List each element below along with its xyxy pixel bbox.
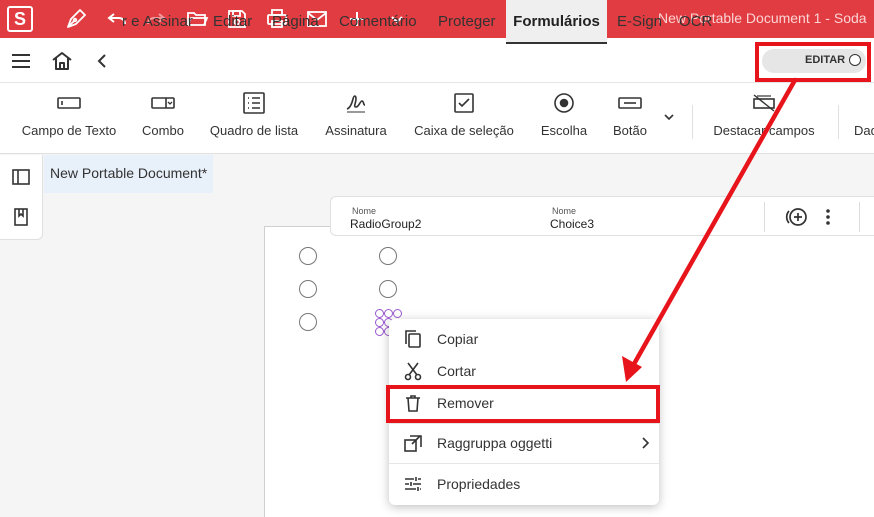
propbar-divider [859, 202, 860, 232]
combo-button[interactable]: Combo [136, 83, 190, 153]
menu-item-cut[interactable]: Cortar [389, 356, 659, 386]
checkbox-button[interactable]: Caixa de seleção [410, 83, 518, 153]
radio-button[interactable] [379, 280, 397, 298]
text-field-label: Campo de Texto [21, 123, 117, 138]
choice-button[interactable]: Escolha [534, 83, 594, 153]
tab-assinar[interactable]: r e Assinar [122, 0, 193, 44]
ribbon-more-chevron-icon[interactable] [662, 110, 676, 124]
tab-pagina[interactable]: Página [272, 0, 319, 44]
document-tab[interactable]: New Portable Document* [44, 155, 213, 193]
ribbon-divider [838, 105, 839, 139]
chevron-left-icon[interactable] [94, 52, 110, 70]
bookmark-icon[interactable] [12, 207, 30, 227]
property-caption: Nome [352, 206, 377, 216]
choice-label: Escolha [540, 123, 588, 138]
property-value: Choice3 [550, 217, 595, 231]
hamburger-menu-icon[interactable] [10, 50, 32, 72]
radio-button[interactable] [379, 247, 397, 265]
highlight-fields-button[interactable]: Destacar campos [706, 83, 822, 153]
list-box-button[interactable]: Quadro de lista [206, 83, 302, 153]
push-button-label: Botão [613, 123, 647, 138]
button-icon [618, 91, 642, 115]
menu-bar [0, 38, 874, 83]
list-box-label: Quadro de lista [209, 123, 299, 138]
tab-formularios[interactable]: Formulários [506, 0, 607, 44]
radio-button[interactable] [299, 313, 317, 331]
property-value: RadioGroup2 [350, 217, 422, 231]
menu-item-properties[interactable]: Propriedades [389, 469, 659, 499]
selected-radio-mini[interactable] [375, 318, 384, 327]
data-label: Dad [854, 123, 874, 138]
combo-box-icon [151, 91, 175, 115]
text-field-icon [57, 91, 81, 115]
app-logo[interactable]: S [7, 6, 33, 32]
menu-item-label: Propriedades [437, 476, 521, 492]
pen-tool-icon[interactable] [64, 7, 88, 31]
add-radio-option-icon[interactable] [784, 205, 808, 229]
text-field-button[interactable]: Campo de Texto [14, 83, 124, 153]
menu-separator [389, 463, 659, 464]
push-button-button[interactable]: Botão [604, 83, 656, 153]
tab-ocr[interactable]: OCR [679, 0, 712, 44]
menu-item-label: Copiar [437, 331, 479, 347]
ribbon-divider [692, 105, 693, 139]
menu-item-label: Cortar [437, 363, 476, 379]
selected-radio-mini[interactable] [393, 309, 402, 318]
selected-radio-mini[interactable] [384, 309, 393, 318]
highlight-box-edit-toggle [755, 42, 871, 82]
list-box-icon [242, 91, 266, 115]
sliders-icon [403, 474, 423, 494]
signature-label: Assinatura [325, 123, 387, 138]
side-panel [0, 155, 43, 240]
propbar-divider [764, 202, 765, 232]
tab-comentario[interactable]: Comentário [339, 0, 417, 44]
copy-icon [403, 329, 423, 349]
highlight-box-remove [386, 385, 660, 423]
combo-label: Combo [142, 123, 184, 138]
radio-choice-icon [552, 91, 576, 115]
menu-item-copy[interactable]: Copiar [389, 324, 659, 354]
tab-proteger[interactable]: Proteger [438, 0, 496, 44]
selected-radio-mini[interactable] [375, 309, 384, 318]
panel-toggle-icon[interactable] [11, 167, 31, 187]
menu-item-group-objects[interactable]: Raggruppa oggetti [389, 428, 659, 458]
checkbox-label: Caixa de seleção [414, 123, 514, 138]
menu-separator [389, 423, 659, 424]
checkbox-icon [452, 91, 476, 115]
scissors-icon [403, 361, 423, 381]
menu-item-label: Raggruppa oggetti [437, 435, 553, 451]
group-objects-icon [403, 433, 423, 453]
signature-icon [344, 91, 368, 115]
signature-button[interactable]: Assinatura [320, 83, 392, 153]
property-caption: Nome [552, 206, 577, 216]
tab-esign[interactable]: E-Sign [617, 0, 662, 44]
chevron-right-icon [639, 436, 651, 450]
selected-radio-mini[interactable] [375, 327, 384, 336]
data-button[interactable]: Dad [852, 83, 874, 153]
tab-editar[interactable]: Editar [213, 0, 252, 44]
radio-button[interactable] [299, 247, 317, 265]
radio-button[interactable] [299, 280, 317, 298]
home-icon[interactable] [50, 49, 74, 73]
highlight-fields-label: Destacar campos [713, 123, 815, 138]
field-properties-bar: Nome RadioGroup2 Nome Choice3 [330, 196, 874, 236]
more-options-icon[interactable] [819, 205, 837, 229]
highlight-fields-icon [752, 91, 776, 115]
